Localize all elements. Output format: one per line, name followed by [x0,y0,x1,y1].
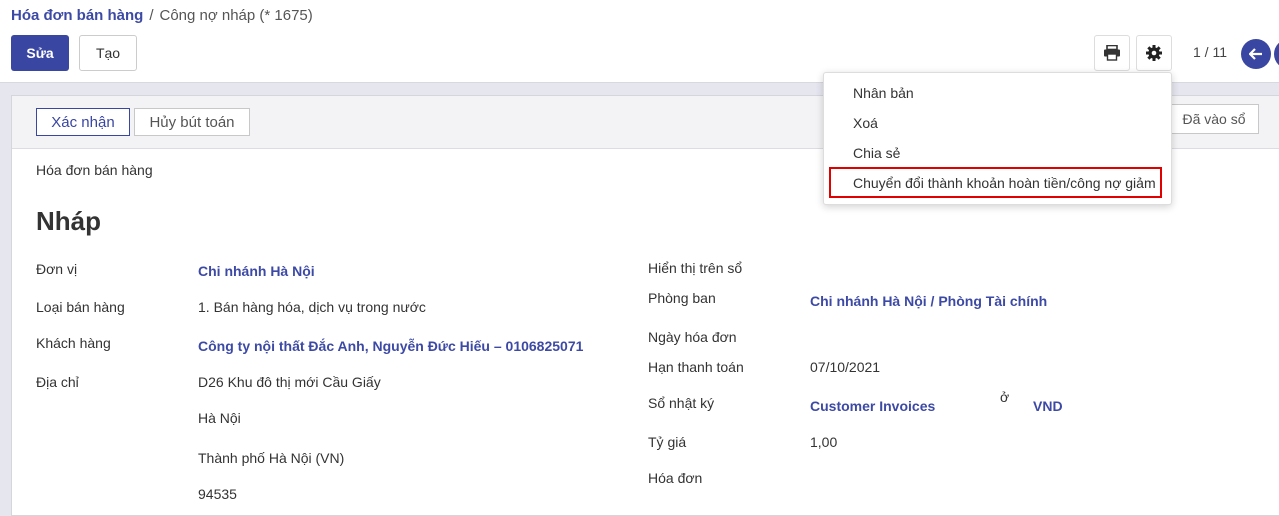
sale-type-value: 1. Bán hàng hóa, dịch vụ trong nước [198,299,426,315]
sale-type-label: Loại bán hàng [36,299,125,315]
journal-label: Sổ nhật ký [648,395,715,411]
breadcrumb-current: Công nợ nháp (* 1675) [159,7,313,24]
unit-value[interactable]: Chi nhánh Hà Nội [198,263,315,279]
create-button[interactable]: Tạo [79,35,137,71]
address-line4: 94535 [198,486,237,502]
department-label: Phòng ban [648,290,716,306]
status-posted[interactable]: Đã vào sổ [1169,104,1259,134]
arrow-left-icon [1249,48,1262,60]
confirm-button[interactable]: Xác nhận [36,108,130,136]
customer-label: Khách hàng [36,335,111,351]
menu-item-share[interactable]: Chia sẻ [853,145,900,161]
journal-value[interactable]: Customer Invoices [810,398,935,414]
rate-label: Tỷ giá [648,434,687,450]
currency-value[interactable]: VND [1033,398,1063,414]
menu-item-delete[interactable]: Xoá [853,115,878,131]
rate-value: 1,00 [810,434,838,450]
previous-record-button[interactable] [1241,39,1271,69]
unit-label: Đơn vị [36,261,78,277]
control-panel: Hóa đơn bán hàng / Công nợ nháp (* 1675) S… [0,0,1279,83]
next-record-button[interactable] [1274,39,1279,69]
invoice-date-label: Ngày hóa đơn [648,329,737,345]
document-title: Nháp [36,206,101,236]
address-line1: D26 Khu đô thị mới Cầu Giấy [198,374,381,390]
address-line2: Hà Nội [198,410,241,426]
cancel-entry-button[interactable]: Hủy bút toán [134,108,250,136]
edit-button[interactable]: Sửa [11,35,69,71]
print-button[interactable] [1094,35,1130,71]
pager-value[interactable]: 1 / 11 [1193,44,1227,60]
due-date-label: Hạn thanh toán [648,359,744,375]
breadcrumb-parent-link[interactable]: Hóa đơn bán hàng [11,7,143,24]
address-label: Địa chỉ [36,374,79,390]
in-label: ở [1000,389,1010,405]
menu-item-duplicate[interactable]: Nhân bản [853,85,914,101]
action-dropdown-menu: Nhân bản Xoá Chia sẻ Chuyển đổi thành kh… [823,72,1172,205]
show-in-book-label: Hiển thị trên sổ [648,260,743,276]
settings-button[interactable] [1136,35,1172,71]
highlight-box [829,167,1162,198]
print-icon [1104,45,1120,61]
address-line3: Thành phố Hà Nội (VN) [198,450,345,466]
breadcrumb-separator: / [149,7,154,24]
department-value[interactable]: Chi nhánh Hà Nội / Phòng Tài chính [810,293,1047,309]
due-date-value: 07/10/2021 [810,359,881,375]
gear-icon [1146,45,1162,61]
document-type: Hóa đơn bán hàng [36,162,153,178]
breadcrumb: Hóa đơn bán hàng / Công nợ nháp (* 1675) [11,7,313,24]
customer-value[interactable]: Công ty nội thất Đắc Anh, Nguyễn Đức Hiế… [198,338,583,354]
invoice-label: Hóa đơn [648,470,703,486]
